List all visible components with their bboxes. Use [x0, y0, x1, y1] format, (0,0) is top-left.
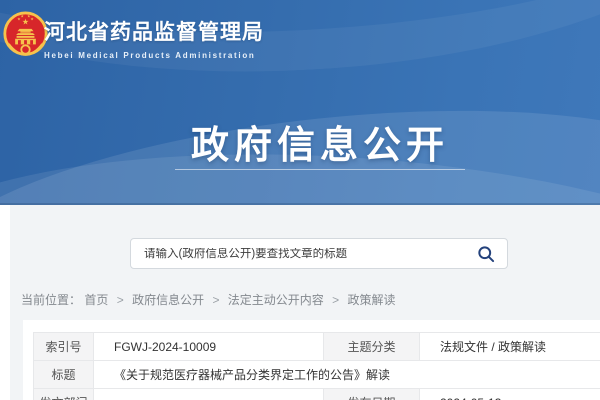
site-title-en: Hebei Medical Products Administration [44, 51, 264, 60]
site-header: 河北省药品监督管理局 Hebei Medical Products Admini… [0, 0, 600, 80]
site-title-block: 河北省药品监督管理局 Hebei Medical Products Admini… [44, 16, 264, 60]
breadcrumb-item-policy-interpretation[interactable]: 政策解读 [348, 293, 396, 307]
page-title: 政府信息公开 [0, 114, 600, 169]
title-underline [175, 169, 465, 170]
table-row: 标题 《关于规范医疗器械产品分类界定工作的公告》解读 [34, 361, 600, 389]
breadcrumb-item-statutory-disclosure[interactable]: 法定主动公开内容 [228, 293, 324, 307]
title-value: 《关于规范医疗器械产品分类界定工作的公告》解读 [94, 361, 600, 389]
search-bar [130, 238, 508, 269]
breadcrumb-separator: > [332, 293, 339, 307]
index-number-label: 索引号 [34, 333, 94, 361]
table-row: 发文部门 发布日期 2024-05-13 [34, 389, 600, 400]
breadcrumb-item-home[interactable]: 首页 [84, 293, 108, 307]
publish-date-label: 发布日期 [324, 389, 420, 400]
search-icon [476, 244, 496, 264]
index-number-value: FGWJ-2024-10009 [94, 333, 324, 361]
publish-date-value: 2024-05-13 [420, 389, 600, 400]
issuing-department-value [94, 389, 324, 400]
topic-category-value: 法规文件 / 政策解读 [420, 333, 600, 361]
document-info-card: 索引号 FGWJ-2024-10009 主题分类 法规文件 / 政策解读 标题 … [23, 320, 600, 400]
site-logo[interactable] [2, 10, 49, 60]
search-input[interactable] [144, 248, 475, 260]
breadcrumb-separator: > [212, 293, 219, 307]
search-button[interactable] [475, 243, 497, 265]
issuing-department-label: 发文部门 [34, 389, 94, 400]
blue-banner-area: 河北省药品监督管理局 Hebei Medical Products Admini… [0, 0, 600, 205]
page: 河北省药品监督管理局 Hebei Medical Products Admini… [0, 0, 600, 400]
site-title-cn: 河北省药品监督管理局 [44, 16, 264, 46]
topic-category-label: 主题分类 [324, 333, 420, 361]
table-row: 索引号 FGWJ-2024-10009 主题分类 法规文件 / 政策解读 [34, 333, 600, 361]
title-label: 标题 [34, 361, 94, 389]
breadcrumb: 当前位置： 首页 > 政府信息公开 > 法定主动公开内容 > 政策解读 [21, 291, 396, 308]
national-emblem-icon [2, 10, 49, 60]
document-info-table: 索引号 FGWJ-2024-10009 主题分类 法规文件 / 政策解读 标题 … [33, 332, 600, 400]
breadcrumb-separator: > [117, 293, 124, 307]
breadcrumb-item-info-disclosure[interactable]: 政府信息公开 [132, 293, 204, 307]
breadcrumb-prefix: 当前位置： [21, 293, 81, 307]
